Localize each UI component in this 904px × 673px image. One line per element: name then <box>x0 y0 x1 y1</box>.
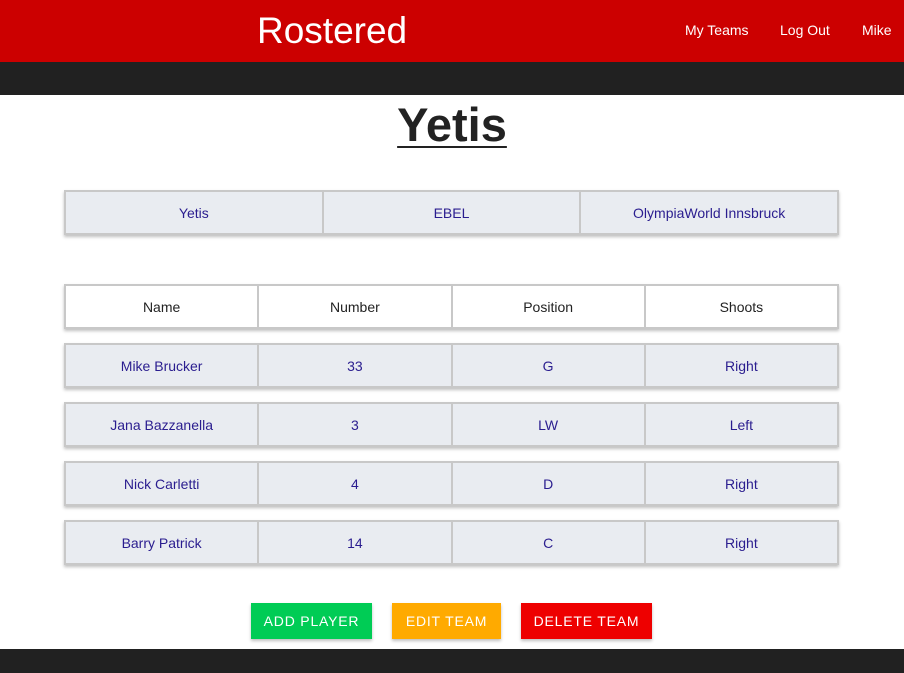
column-header-number: Number <box>259 286 453 327</box>
player-shoots: Left <box>645 404 837 445</box>
player-shoots: Right <box>645 522 837 563</box>
player-position: G <box>452 345 646 386</box>
column-header-shoots: Shoots <box>645 286 837 327</box>
nav-user-link[interactable]: Mike <box>862 21 892 39</box>
page-title: Yetis <box>397 98 507 151</box>
team-league-cell: EBEL <box>323 192 582 233</box>
team-arena-cell: OlympiaWorld Innsbruck <box>581 192 838 233</box>
nav-my-teams-link[interactable]: My Teams <box>685 21 749 39</box>
secondary-bar <box>0 62 904 95</box>
player-shoots: Right <box>645 463 837 504</box>
player-name[interactable]: Mike Brucker <box>66 345 260 386</box>
delete-team-button[interactable]: DELETE TEAM <box>521 603 652 639</box>
player-position: C <box>452 522 646 563</box>
player-name[interactable]: Jana Bazzanella <box>66 404 260 445</box>
add-player-button[interactable]: ADD PLAYER <box>251 603 372 639</box>
brand-logo-text[interactable]: Rostered <box>257 10 407 52</box>
nav-log-out-link[interactable]: Log Out <box>780 21 830 39</box>
player-shoots: Right <box>645 345 837 386</box>
footer-bar <box>0 649 904 673</box>
player-row[interactable]: Nick Carletti 4 D Right <box>64 461 839 506</box>
roster-header-row: Name Number Position Shoots <box>64 284 839 329</box>
player-name[interactable]: Barry Patrick <box>66 522 260 563</box>
player-position: D <box>452 463 646 504</box>
player-position: LW <box>452 404 646 445</box>
player-number: 33 <box>259 345 453 386</box>
column-header-position: Position <box>452 286 646 327</box>
player-row[interactable]: Barry Patrick 14 C Right <box>64 520 839 565</box>
team-name-cell: Yetis <box>66 192 324 233</box>
top-app-bar: Rostered My Teams Log Out Mike <box>0 0 904 62</box>
player-row[interactable]: Mike Brucker 33 G Right <box>64 343 839 388</box>
player-number: 4 <box>259 463 453 504</box>
player-row[interactable]: Jana Bazzanella 3 LW Left <box>64 402 839 447</box>
player-number: 14 <box>259 522 453 563</box>
player-name[interactable]: Nick Carletti <box>66 463 260 504</box>
edit-team-button[interactable]: EDIT TEAM <box>392 603 501 639</box>
player-number: 3 <box>259 404 453 445</box>
team-info-row: Yetis EBEL OlympiaWorld Innsbruck <box>64 190 839 235</box>
column-header-name: Name <box>66 286 260 327</box>
